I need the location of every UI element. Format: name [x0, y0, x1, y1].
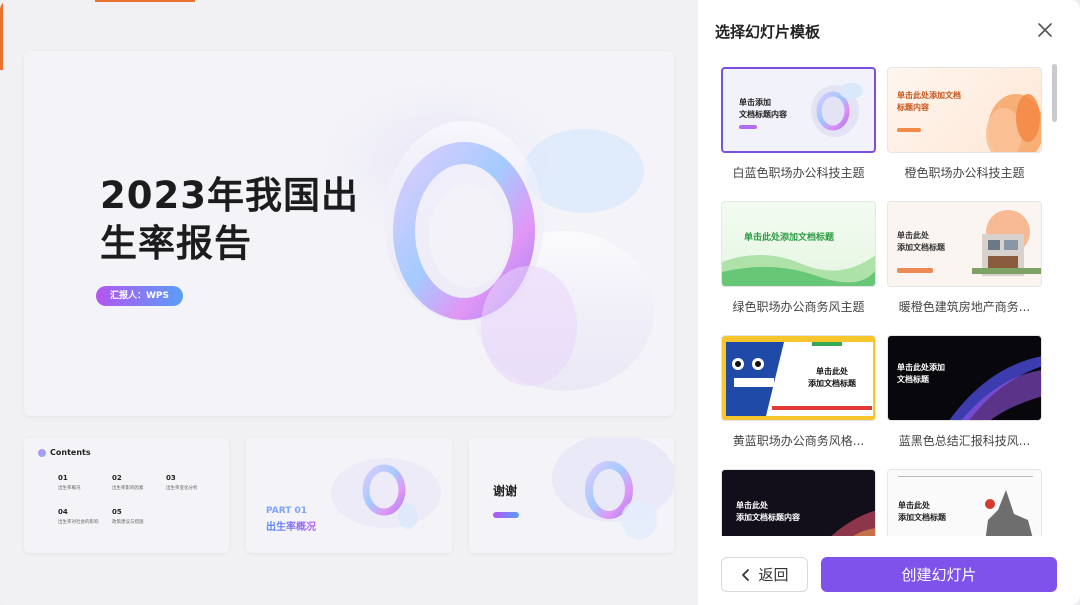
- template-name: 暖橙色建筑房地产商务...: [898, 300, 1031, 314]
- template-name: 蓝黑色总结汇报科技风...: [898, 434, 1031, 448]
- template-thumbnail[interactable]: 单击添加 文档标题内容: [721, 67, 876, 153]
- back-button-label: 返回: [758, 566, 789, 584]
- thanks-text: 谢谢: [493, 484, 518, 498]
- section-label: PART 01: [266, 506, 308, 516]
- template-grid: 单击添加 文档标题内容 白蓝色职场办公科技主题 单击此处添加文档 标题内容 橙色…: [720, 66, 1046, 536]
- template-name: 橙色职场办公科技主题: [904, 166, 1025, 180]
- create-button-label: 创建幻灯片: [901, 566, 977, 584]
- template-thumbnail[interactable]: 单击此处添加文档标题: [721, 201, 876, 287]
- template-thumbnail[interactable]: 单击此处 添加文档标题: [887, 201, 1042, 287]
- template-card[interactable]: 单击此处添加文档标题 绿色职场办公商务风主题: [721, 201, 876, 315]
- close-icon[interactable]: [1035, 20, 1055, 40]
- template-card[interactable]: 单击此处 添加文档标题 暖橙色建筑房地产商务...: [887, 201, 1042, 315]
- thanks-badge: [493, 512, 519, 518]
- template-thumbnail[interactable]: 单击此处 添加文档标题: [887, 469, 1042, 536]
- section-title: 出生率概况: [266, 518, 316, 533]
- template-thumbnail[interactable]: 单击此处 添加文档标题内容: [721, 469, 876, 536]
- chevron-left-icon: [742, 568, 750, 581]
- template-dialog: 2023年我国出 生率报告 汇报人：WPS Contents 01 出生率概况 …: [0, 0, 1080, 605]
- ring-3d-icon: [331, 458, 441, 529]
- panel-title: 选择幻灯片模板: [715, 23, 821, 41]
- create-slides-button[interactable]: 创建幻灯片: [821, 557, 1057, 592]
- template-card[interactable]: 单击此处添加 文档标题 蓝黑色总结汇报科技风...: [887, 335, 1042, 449]
- scrollbar[interactable]: [1052, 64, 1057, 122]
- contents-item: 05 政策建议与措施: [112, 508, 144, 525]
- slide-title: 2023年我国出 生率报告: [100, 174, 359, 265]
- template-card[interactable]: 单击此处 添加文档标题: [887, 469, 1042, 536]
- template-card[interactable]: 单击添加 文档标题内容 白蓝色职场办公科技主题: [721, 67, 876, 181]
- preview-thumb-section: PART 01 出生率概况: [246, 438, 452, 553]
- preview-main-slide: 2023年我国出 生率报告 汇报人：WPS: [24, 51, 674, 416]
- template-thumbnail[interactable]: 单击此处添加文档 标题内容: [887, 67, 1042, 153]
- template-thumbnail[interactable]: 单击此处 添加文档标题: [721, 335, 876, 421]
- template-name: 绿色职场办公商务风主题: [732, 300, 865, 314]
- template-panel: 选择幻灯片模板 单击添加 文档标题内容 白蓝色职场办公科技主题 单击此处添加文档…: [698, 0, 1080, 605]
- template-preview: 2023年我国出 生率报告 汇报人：WPS Contents 01 出生率概况 …: [0, 0, 698, 605]
- preview-thumb-thanks: 谢谢: [469, 438, 674, 553]
- contents-icon: [38, 448, 46, 457]
- template-name: 黄蓝职场办公商务风格...: [732, 434, 865, 448]
- template-thumbnail[interactable]: 单击此处添加 文档标题: [887, 335, 1042, 421]
- contents-heading: Contents: [38, 448, 91, 457]
- reporter-badge: 汇报人：WPS: [96, 286, 184, 306]
- contents-item: 01 出生率概况: [58, 474, 81, 491]
- template-name: 白蓝色职场办公科技主题: [732, 166, 865, 180]
- contents-item: 04 出生率对社会的影响: [58, 508, 99, 525]
- template-card[interactable]: 单击此处 添加文档标题 黄蓝职场办公商务风格...: [721, 335, 876, 449]
- preview-thumb-contents: Contents 01 出生率概况 02 出生率影响因素 03 出生率变化分析 …: [24, 438, 229, 553]
- back-button[interactable]: 返回: [721, 557, 808, 592]
- template-card[interactable]: 单击此处添加文档 标题内容 橙色职场办公科技主题: [887, 67, 1042, 181]
- contents-item: 03 出生率变化分析: [166, 474, 198, 491]
- template-card[interactable]: 单击此处 添加文档标题内容: [721, 469, 876, 536]
- contents-item: 02 出生率影响因素: [112, 474, 144, 491]
